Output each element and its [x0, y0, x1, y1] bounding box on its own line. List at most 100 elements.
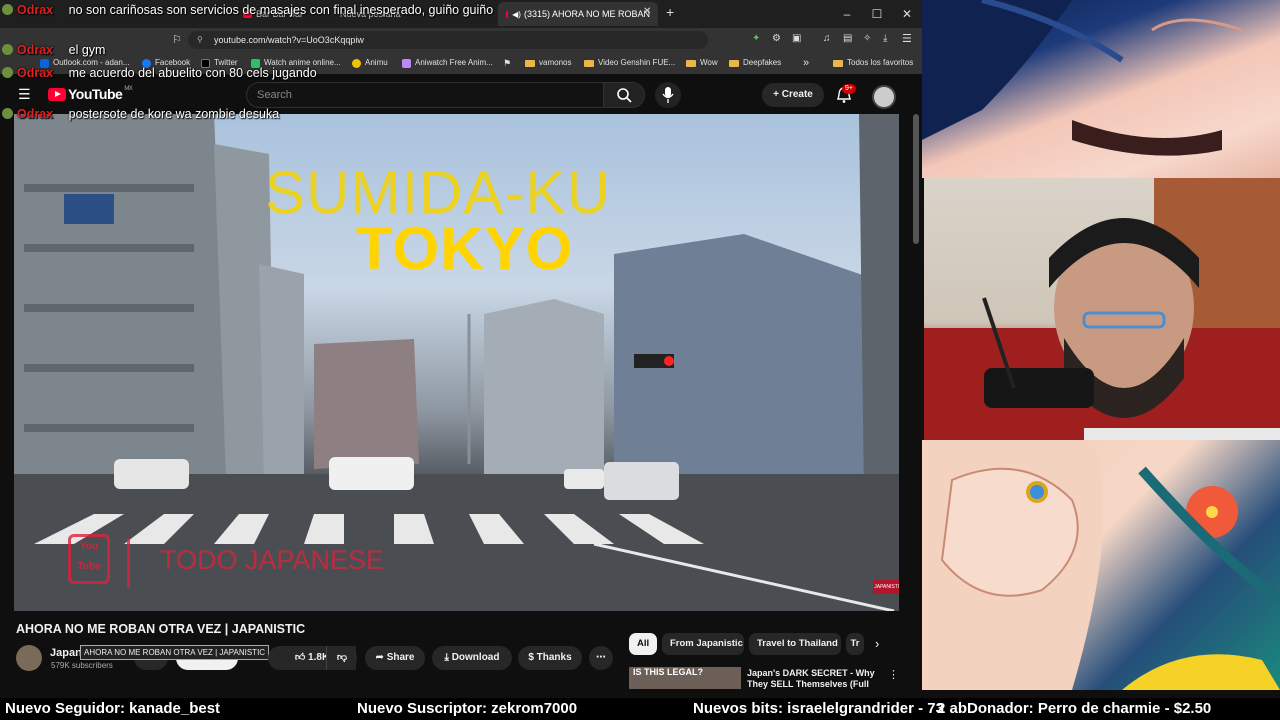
download-icon: ⤓ [444, 652, 452, 663]
chip-travel-thailand[interactable]: Travel to Thailand [749, 633, 841, 655]
url-text: youtube.com/watch?v=UoO3cKqqpiw [214, 35, 364, 45]
chat-message: Odrax postersote de kore wa zombie desuk… [2, 107, 292, 122]
thanks-label: Thanks [536, 652, 572, 663]
media-icon[interactable]: ♫ [823, 33, 831, 44]
all-bookmarks-folder[interactable]: Todos los favoritos [833, 56, 913, 70]
watermark-youtube-logo: You Tube [68, 534, 110, 584]
extension-leaf-icon[interactable]: ✦ [752, 33, 760, 44]
extensions-icon[interactable]: ⚙ [772, 33, 781, 44]
chat-message: Odrax el gym [2, 43, 105, 58]
bookmark-animu[interactable]: Animu [352, 56, 388, 70]
chat-text: me acuerdo del abuelito con 80 cels juga… [68, 66, 317, 80]
chat-text: no son cariñosas son servicios de masaje… [68, 3, 494, 17]
aniwatch-icon [402, 58, 411, 68]
video-player[interactable]: SUMIDA-KU TOKYO You Tube TODO JAPANESE J… [14, 114, 899, 611]
account-avatar[interactable] [872, 85, 896, 109]
chat-text: postersote de kore wa zombie desuka [68, 107, 280, 121]
url-field[interactable]: ⚲ youtube.com/watch?v=UoO3cKqqpiw [188, 31, 708, 49]
chat-username: Odrax [17, 43, 54, 57]
folder-icon [686, 59, 696, 67]
chat-badge-icon [2, 44, 13, 55]
new-tab-plus-icon[interactable]: + [666, 4, 674, 20]
share-button[interactable]: ➦ Share [365, 646, 425, 670]
download-label: Download [451, 652, 500, 663]
minimize-button[interactable]: – [833, 4, 861, 24]
search-icon [617, 88, 632, 103]
chat-text: el gym [68, 43, 106, 57]
watermark-divider [127, 538, 130, 588]
download-button[interactable]: ⤓ Download [432, 646, 512, 670]
bookmark-label: Video Genshin FUE... [598, 58, 676, 67]
recommendation-title[interactable]: Japan's DARK SECRET - Why They SELL Them… [747, 668, 877, 690]
microphone-icon [662, 87, 674, 103]
bookmark-label: Todos los favoritos [847, 58, 914, 67]
wallet-icon[interactable]: ▤ [843, 33, 852, 44]
bookmark-folder-wow[interactable]: Wow [686, 56, 718, 70]
title-tooltip: AHORA NO ME ROBAN OTRA VEZ | JAPANISTIC [80, 645, 270, 660]
search-button[interactable] [603, 82, 645, 108]
voice-search-button[interactable] [655, 82, 681, 108]
recommendation-thumbnail[interactable]: IS THIS LEGAL? [629, 667, 741, 689]
bookmark-label: Animu [365, 58, 388, 67]
youtube-play-icon [48, 87, 66, 101]
chat-badge-icon [2, 108, 13, 119]
sidebar-icon[interactable]: ▣ [792, 33, 801, 44]
channel-corner-badge: JAPANISTIC [873, 580, 899, 594]
youtube-favicon-icon [506, 10, 509, 18]
bookmark-small-icon: ⚑ [503, 58, 512, 68]
folder-icon [584, 59, 594, 67]
share-label: Share [386, 652, 415, 663]
thanks-icon: $ [528, 652, 537, 663]
ticker-donation: 2 abDonador: Perro de charmie - $2.50 [937, 700, 1212, 717]
chat-username: Odrax [17, 66, 54, 80]
bookmark-folder-deepfakes[interactable]: Deepfakes [729, 56, 781, 70]
browser-window: Bar Bar Bar Nueva pestaña ◀) (3315) AHOR… [0, 0, 922, 690]
more-actions-button[interactable]: ⋯ [589, 646, 613, 670]
bookmark-label: Deepfakes [743, 58, 782, 67]
create-button[interactable]: + Create [762, 83, 824, 107]
download-tray-icon[interactable]: ⤓ [883, 33, 887, 44]
bookmarks-overflow-button[interactable]: » [803, 56, 809, 70]
anime-face-illustration [922, 0, 1243, 156]
hamburger-menu-icon[interactable]: ☰ [18, 86, 31, 103]
share-icon: ➦ [375, 652, 387, 663]
thumbs-down-icon: 👎︎ [336, 652, 348, 663]
leo-ai-icon[interactable]: ✧ [863, 33, 871, 44]
bookmark-folder-genshin[interactable]: Video Genshin FUE... [584, 56, 675, 70]
chip-from-japanistic[interactable]: From Japanistic [662, 633, 744, 655]
chips-next-chevron-icon[interactable]: › [875, 636, 879, 651]
thumbs-up-icon: 👍︎ [294, 652, 309, 663]
chat-badge-icon [2, 4, 13, 15]
channel-avatar[interactable] [16, 645, 42, 671]
tab-close-icon[interactable]: ✕ [643, 6, 651, 17]
bookmark-folder-vamonos[interactable]: vamonos [525, 56, 571, 70]
youtube-logo-text: YouTube [68, 86, 123, 102]
bookmark-misc-icon[interactable]: ⚑ [503, 56, 511, 70]
page-scrollbar[interactable] [913, 114, 919, 244]
ticker-new-follower: Nuevo Seguidor: kanade_best [5, 700, 221, 717]
folder-icon [729, 59, 739, 67]
bookmark-icon[interactable]: ⚐ [172, 33, 182, 46]
menu-icon[interactable]: ☰ [902, 32, 912, 45]
recommendation-menu-icon[interactable]: ⋮ [888, 668, 899, 681]
animu-icon [352, 58, 361, 68]
chip-all[interactable]: All [629, 633, 657, 655]
folder-icon [833, 59, 843, 67]
close-window-button[interactable]: ✕ [893, 4, 921, 24]
ticker-new-bits: Nuevos bits: israelelgrandrider - 73 [693, 700, 944, 717]
dislike-button[interactable]: 👎︎ [326, 646, 357, 670]
youtube-logo[interactable]: YouTube MX [48, 86, 133, 102]
ticker-new-subscriber: Nuevo Suscriptor: zekrom7000 [357, 700, 578, 717]
site-info-icon[interactable]: ⚲ [197, 31, 203, 49]
chip-truncated[interactable]: Tr [846, 633, 864, 655]
chat-username: Odrax [17, 107, 54, 121]
search-input[interactable]: Search [246, 82, 604, 108]
chat-username: Odrax [17, 3, 54, 17]
thanks-button[interactable]: $ Thanks [518, 646, 582, 670]
maximize-button[interactable]: ☐ [863, 4, 891, 24]
video-overlay-title-line2: TOKYO [356, 215, 574, 282]
subscriber-count: 579K subscribers [51, 661, 113, 670]
tab-youtube-active[interactable]: ◀) (3315) AHORA NO ME ROBAN [498, 2, 658, 26]
bookmark-aniwatch[interactable]: Aniwatch Free Anim... [402, 56, 493, 70]
watermark-text: TODO JAPANESE [160, 545, 385, 575]
